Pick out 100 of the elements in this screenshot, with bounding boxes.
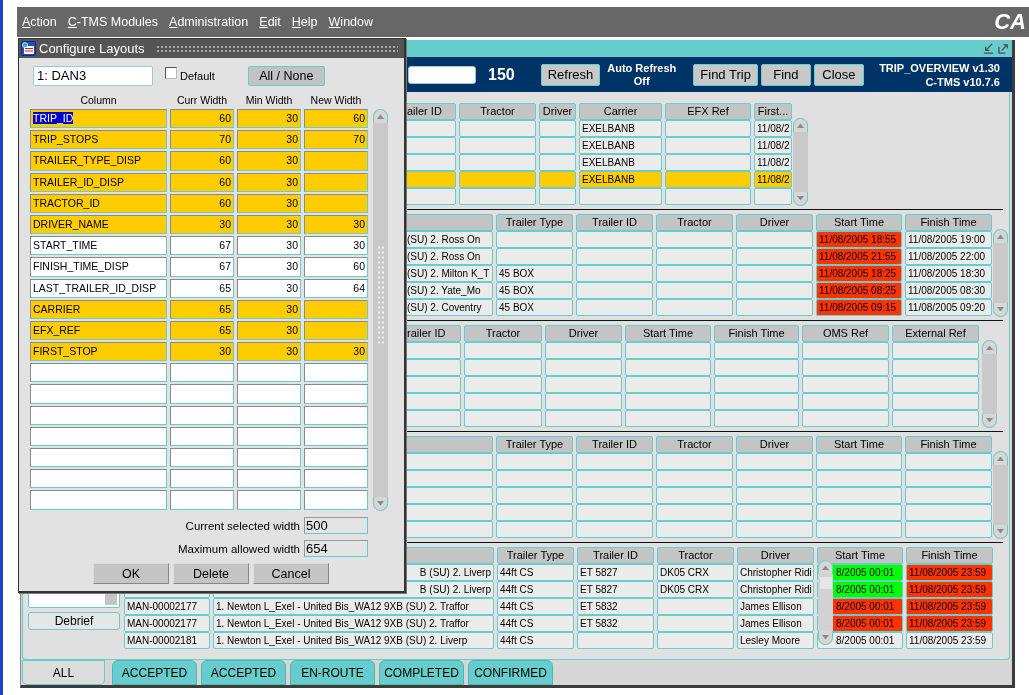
scroll-up-icon[interactable] — [793, 118, 808, 132]
scrollbar[interactable] — [373, 109, 388, 511]
table-cell[interactable] — [30, 426, 167, 446]
table-cell[interactable]: LAST_TRAILER_ID_DISP — [30, 278, 167, 298]
scroll-down-icon[interactable] — [982, 414, 997, 428]
column-header: Column — [80, 94, 117, 106]
scrollbar[interactable] — [793, 118, 808, 206]
table-cell[interactable]: TRAILER_TYPE_DISP — [30, 151, 167, 171]
scroll-down-icon[interactable] — [793, 192, 808, 206]
table-cell: 60 — [170, 109, 234, 129]
table-cell — [170, 384, 234, 404]
logo-text: CA — [994, 9, 1026, 35]
table-cell: EXELBANB — [579, 171, 662, 188]
tab[interactable]: EN-ROUTE — [290, 660, 375, 685]
table-cell: 44ft CS — [497, 564, 574, 581]
table-cell: 45 BOX — [496, 265, 573, 282]
menu-item[interactable]: Window — [328, 15, 374, 29]
maximize-icon[interactable] — [998, 43, 1009, 54]
layout-name-field[interactable]: 1: DAN3 — [33, 66, 153, 86]
table-cell: MAN-00002177 — [124, 598, 210, 615]
table-cell[interactable] — [30, 405, 167, 425]
cell-text: TRIP_ID — [33, 112, 74, 124]
menu-item[interactable]: Edit — [259, 15, 281, 29]
toolbar-button[interactable]: Find — [760, 63, 811, 86]
table-cell[interactable]: TRIP_STOPS — [30, 130, 167, 150]
scroll-down-icon[interactable] — [993, 303, 1008, 317]
table-cell[interactable]: EFX_REF — [30, 320, 167, 341]
table-cell: 30 — [304, 214, 368, 235]
scroll-up-icon[interactable] — [993, 451, 1008, 465]
scrollbar[interactable] — [982, 340, 997, 428]
scroll-up-icon[interactable] — [818, 560, 833, 574]
all-none-button[interactable]: All / None — [247, 66, 325, 86]
toolbar-button[interactable]: Refresh — [540, 63, 601, 86]
tab[interactable]: CONFIRMED — [468, 660, 553, 685]
scroll-down-icon[interactable] — [373, 497, 388, 511]
table-cell[interactable]: TRACTOR_ID — [30, 193, 167, 213]
table-cell[interactable] — [30, 490, 167, 510]
scroll-down-icon[interactable] — [818, 631, 833, 645]
minimize-icon[interactable] — [983, 43, 994, 54]
table-cell: ET 5832 — [577, 598, 654, 615]
dialog-button[interactable]: OK — [93, 563, 169, 584]
table-cell[interactable]: FIRST_STOP — [30, 342, 167, 362]
table-cell — [170, 469, 234, 489]
table-cell: 11/08/2005 21:55 — [816, 248, 902, 265]
scroll-up-icon[interactable] — [373, 109, 388, 123]
table-cell[interactable]: CARRIER — [30, 299, 167, 319]
tab[interactable]: COMPLETED — [379, 660, 464, 685]
table-cell: 44ft CS — [497, 598, 574, 615]
readonly-field: 500 — [304, 517, 368, 534]
dialog-button[interactable]: Delete — [173, 563, 249, 584]
cell-text: FIRST_STOP — [33, 345, 98, 358]
table-cell[interactable]: TRIP_ID — [30, 109, 167, 129]
table-cell[interactable] — [30, 469, 167, 489]
tab[interactable]: ACCEPTED — [201, 660, 286, 685]
scrollbar[interactable] — [818, 560, 833, 645]
column-header: Curr Width — [176, 94, 228, 106]
table-cell — [237, 448, 301, 468]
input-field[interactable] — [408, 65, 476, 84]
table-cell: MAN-00002181 — [124, 632, 210, 649]
column-header: Carrier — [579, 103, 662, 120]
tab[interactable]: ACCEPTED — [112, 660, 197, 685]
tab[interactable]: ALL — [22, 660, 105, 685]
table-cell: 30 — [304, 342, 368, 362]
table-cell[interactable] — [30, 448, 167, 468]
dialog-title-bar[interactable]: Configure Layouts — [19, 39, 404, 58]
menu-item[interactable]: C-TMS Modules — [67, 15, 159, 29]
table-cell — [237, 469, 301, 489]
column-header: Tractor — [656, 436, 733, 453]
table-cell: (SU) 2. Coventry — [404, 299, 493, 316]
table-cell: 11/08/2005 23:59 — [906, 564, 993, 581]
table-cell[interactable]: START_TIME — [30, 236, 167, 256]
table-cell — [170, 490, 234, 510]
scroll-up-icon[interactable] — [993, 229, 1008, 243]
checkbox[interactable] — [165, 67, 177, 79]
menu-item[interactable]: Help — [291, 15, 318, 29]
table-cell[interactable]: TRAILER_ID_DISP — [30, 172, 167, 192]
dialog-button[interactable]: Cancel — [253, 563, 329, 584]
scroll-up-icon[interactable] — [982, 340, 997, 354]
menu-item[interactable]: Administration — [169, 15, 249, 29]
scrollbar[interactable] — [993, 451, 1008, 539]
scrollbar[interactable] — [993, 229, 1008, 317]
table-cell: 30 — [237, 236, 301, 256]
toolbar-button[interactable]: Close — [813, 63, 864, 86]
scroll-down-icon[interactable] — [993, 525, 1008, 539]
table-cell[interactable]: DRIVER_NAME — [30, 214, 167, 235]
scroll-thumb[interactable] — [819, 577, 832, 589]
menu-item[interactable]: Action — [22, 15, 57, 29]
table-cell[interactable] — [30, 363, 167, 383]
column-header: Trailer ID — [576, 214, 653, 231]
table-cell: 44ft CS — [497, 632, 574, 649]
table-cell: 44ft CS — [497, 615, 574, 632]
toolbar-button[interactable]: Find Trip — [693, 63, 758, 86]
table-cell[interactable]: FINISH_TIME_DISP — [30, 257, 167, 277]
table-cell: 11/08/2005 09:20 — [905, 299, 992, 316]
column-header: Driver — [737, 547, 814, 564]
table-cell — [170, 405, 234, 425]
table-cell[interactable] — [30, 384, 167, 404]
column-header: Finish Time — [905, 214, 992, 231]
side-panel-button[interactable]: Debrief — [28, 612, 120, 630]
column-header: Tractor — [657, 547, 734, 564]
